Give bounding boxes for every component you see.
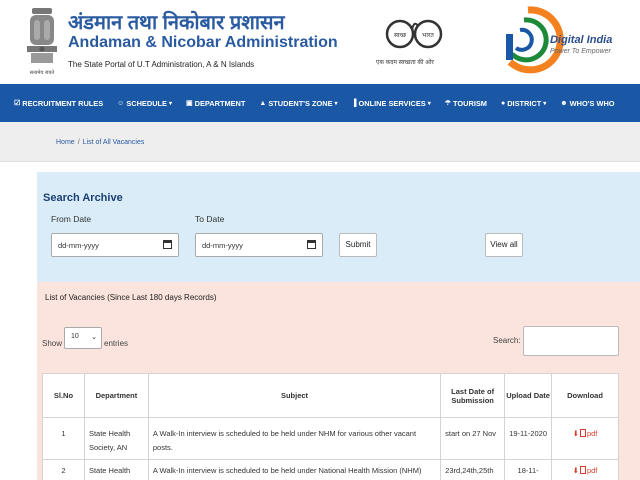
nav-item-label: DISTRICT: [507, 98, 542, 108]
pdf-file-icon: [579, 429, 586, 437]
site-title-english: Andaman & Nicobar Administration: [68, 34, 338, 51]
nav-item-label: WHO'S WHO: [569, 98, 615, 108]
breadcrumb-bar: Home / List of All Vacancies: [0, 122, 640, 162]
umbrella-icon: ☂: [444, 100, 452, 107]
column-header[interactable]: Last Date of Submission: [440, 373, 506, 418]
digital-india-title: Digital India: [550, 34, 613, 46]
table-header-row: Sl.No Department Subject Last Date of Su…: [42, 373, 619, 418]
sl-no-cell: 2: [42, 459, 85, 480]
table-row: 2 State Health A Walk-In interview is sc…: [42, 459, 619, 480]
nav-item-district[interactable]: ● DISTRICT ▾: [501, 99, 546, 108]
main-nav: ☑ RECRUITMENT RULES ☺ SCHEDULE ▾ ▣ DEPARTMENT ▲…: [0, 84, 640, 122]
site-header: सत्यमेव जयते अंडमान तथा निकोबार प्रशासन …: [0, 0, 640, 84]
download-icon: ⬇: [572, 466, 579, 475]
subject-cell: A Walk-In interview is scheduled to be h…: [147, 417, 442, 460]
column-header[interactable]: Department: [83, 373, 149, 418]
column-header[interactable]: Sl.No: [42, 373, 85, 418]
last-date-cell: 23rd,24th,25th: [440, 459, 506, 480]
map-marker-icon: ●: [500, 99, 506, 107]
breadcrumb-home-link[interactable]: Home: [56, 139, 75, 146]
download-pdf-link[interactable]: ⬇ pdf: [572, 466, 598, 475]
from-date-placeholder: dd-mm-yyyy: [58, 241, 99, 250]
upload-date-cell: 18-11-: [504, 459, 553, 480]
chevron-down-icon: ⌄: [91, 334, 97, 341]
entries-select[interactable]: 10 ⌄: [64, 327, 102, 349]
breadcrumb-separator: /: [77, 139, 80, 146]
building-icon: ▣: [186, 100, 193, 107]
entries-select-value: 10: [71, 333, 79, 340]
nav-item-tourism[interactable]: ☂ TOURISM: [445, 99, 487, 108]
submit-button[interactable]: Submit: [339, 233, 377, 257]
nav-item-schedule[interactable]: ☺ SCHEDULE ▾: [117, 99, 172, 108]
last-date-cell: start on 27 Nov: [440, 417, 506, 460]
bar-chart-icon: ▐: [351, 99, 357, 107]
state-emblem-logo[interactable]: सत्यमेव जयते: [22, 6, 62, 78]
swachh-tagline: एक कदम स्वच्छता की ओर: [376, 60, 434, 66]
nav-item-recruitment-rules[interactable]: ☑ RECRUITMENT RULES: [14, 99, 103, 108]
to-date-input[interactable]: dd-mm-yyyy: [195, 233, 323, 257]
swachh-right-text: भारत: [422, 32, 434, 39]
to-date-label: To Date: [195, 214, 225, 224]
column-header[interactable]: Download: [551, 373, 619, 418]
nav-item-label: TOURISM: [453, 98, 487, 108]
sl-no-cell: 1: [42, 417, 85, 460]
pdf-file-icon: [579, 466, 586, 474]
digital-india-tagline: Power To Empower: [550, 48, 611, 55]
subject-cell: A Walk-In interview is scheduled to be h…: [147, 459, 442, 480]
nav-item-online-services[interactable]: ▐ ONLINE SERVICES ▾: [352, 99, 431, 108]
nav-item-label: DEPARTMENT: [194, 98, 246, 108]
caret-down-icon: ▾: [334, 100, 338, 107]
nav-item-student-s-zone[interactable]: ▲ STUDENT'S ZONE ▾: [259, 99, 337, 108]
department-cell: State Health Society, AN: [83, 417, 149, 460]
table-search-input[interactable]: [523, 326, 619, 356]
download-cell: ⬇ pdf: [551, 417, 619, 460]
download-pdf-label: pdf: [586, 429, 598, 438]
nav-item-label: SCHEDULE: [126, 98, 167, 108]
caret-down-icon: ▾: [168, 100, 172, 107]
download-icon: ⬇: [572, 429, 579, 438]
entries-label: entries: [104, 339, 129, 348]
search-archive-title: Search Archive: [43, 192, 123, 204]
download-pdf-label: pdf: [586, 466, 598, 475]
user-icon: ☺: [117, 99, 125, 107]
vacancies-title: List of Vacancies (Since Last 180 days R…: [45, 293, 217, 302]
check-square-icon: ☑: [14, 100, 21, 107]
site-title-hindi: अंडमान तथा निकोबार प्रशासन: [68, 12, 285, 34]
nav-item-who-s-who[interactable]: ☻ WHO'S WHO: [560, 99, 614, 108]
from-date-input[interactable]: dd-mm-yyyy: [51, 233, 179, 257]
nav-item-label: RECRUITMENT RULES: [22, 98, 104, 108]
users-icon: ☻: [560, 99, 568, 107]
nav-item-department[interactable]: ▣ DEPARTMENT: [186, 99, 245, 108]
breadcrumb: Home / List of All Vacancies: [56, 139, 144, 146]
calendar-icon[interactable]: [163, 240, 172, 249]
swachh-left-text: स्वच्छ: [394, 32, 407, 39]
emblem-caption: सत्यमेव जयते: [30, 69, 55, 76]
site-subtitle: The State Portal of U.T Administration, …: [68, 60, 255, 69]
caret-down-icon: ▾: [427, 100, 431, 107]
breadcrumb-current-link[interactable]: List of All Vacancies: [83, 139, 145, 146]
column-header[interactable]: Upload Date: [504, 373, 553, 418]
from-date-label: From Date: [51, 214, 92, 224]
graduation-cap-icon: ▲: [259, 99, 267, 107]
upload-date-cell: 19-11-2020: [504, 417, 553, 460]
vacancies-panel: List of Vacancies (Since Last 180 days R…: [37, 282, 640, 480]
view-all-button[interactable]: View all: [485, 233, 523, 257]
column-header[interactable]: Subject: [147, 373, 442, 418]
table-row: 1 State Health Society, AN A Walk-In int…: [42, 417, 619, 460]
download-pdf-link[interactable]: ⬇ pdf: [572, 429, 598, 438]
to-date-placeholder: dd-mm-yyyy: [202, 241, 243, 250]
caret-down-icon: ▾: [543, 100, 547, 107]
department-cell: State Health: [83, 459, 149, 480]
calendar-icon[interactable]: [307, 240, 316, 249]
vacancies-table: Sl.No Department Subject Last Date of Su…: [42, 373, 619, 480]
table-search-label: Search:: [493, 336, 521, 345]
search-archive-panel: Search Archive From Date To Date dd-mm-y…: [37, 172, 640, 282]
show-label: Show: [42, 339, 63, 348]
nav-item-label: ONLINE SERVICES: [358, 98, 426, 108]
nav-item-label: STUDENT'S ZONE: [268, 98, 333, 108]
download-cell: ⬇ pdf: [551, 459, 619, 480]
